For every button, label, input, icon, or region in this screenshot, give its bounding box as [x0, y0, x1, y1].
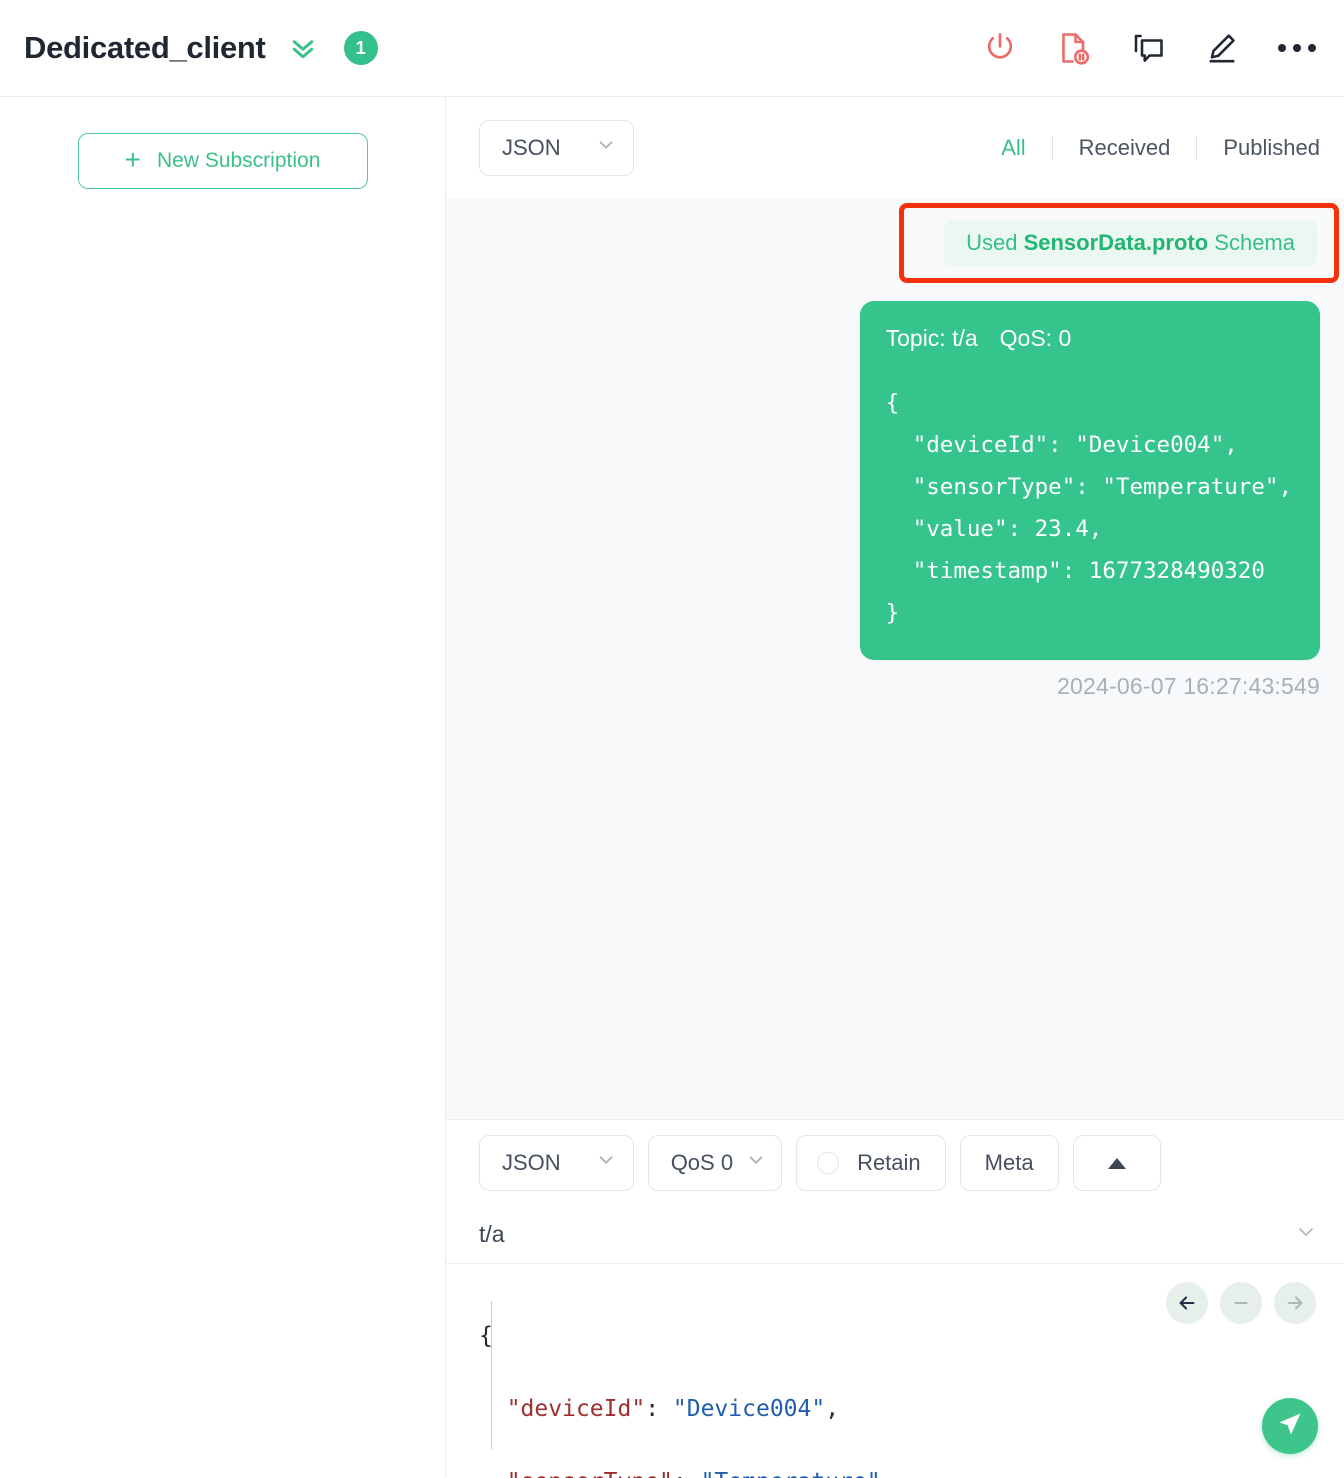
messages-toolbar: JSON All Received Published	[446, 97, 1344, 198]
triangle-up-icon	[1108, 1158, 1126, 1169]
message-filter-tabs: All Received Published	[975, 135, 1320, 161]
chevron-down-icon	[595, 1149, 617, 1177]
chevron-down-icon	[745, 1149, 767, 1177]
publish-qos-select[interactable]: QoS 0	[648, 1135, 782, 1191]
minus-icon[interactable]	[1220, 1282, 1262, 1324]
schema-badge-suffix: Schema	[1208, 230, 1295, 255]
chat-icon[interactable]	[1130, 30, 1166, 66]
message-bubble[interactable]: Topic: t/a QoS: 0 { "deviceId": "Device00…	[860, 301, 1320, 660]
new-subscription-label: New Subscription	[157, 149, 320, 173]
send-button[interactable]	[1262, 1398, 1318, 1454]
tab-received[interactable]: Received	[1053, 135, 1197, 161]
publish-toolbar: JSON QoS 0 Retain	[446, 1120, 1344, 1206]
publish-qos-value: QoS 0	[671, 1150, 733, 1176]
message-format-value: JSON	[502, 135, 561, 161]
message-meta: Topic: t/a QoS: 0	[886, 325, 1292, 352]
radio-circle-icon	[817, 1152, 839, 1174]
schema-badge-name: SensorData.proto	[1024, 230, 1209, 255]
subscriptions-sidebar: + New Subscription	[0, 97, 446, 1478]
publish-topic-input[interactable]: t/a	[446, 1206, 1344, 1264]
code-brace-open: {	[479, 1323, 493, 1349]
more-dots-icon[interactable]	[1278, 44, 1316, 52]
plus-icon: +	[125, 146, 141, 174]
message-topic: Topic: t/a	[886, 325, 978, 351]
send-paper-plane-icon	[1276, 1410, 1304, 1443]
code-colon: :	[673, 1469, 701, 1478]
double-chevron-down-icon[interactable]	[288, 33, 318, 63]
forward-arrow-icon[interactable]	[1274, 1282, 1316, 1324]
chevron-down-icon	[595, 134, 617, 162]
message-list: Used SensorData.proto Schema Topic: t/a Q…	[446, 198, 1344, 1119]
retain-label: Retain	[857, 1150, 921, 1176]
code-comma: ,	[881, 1469, 895, 1478]
code-colon: :	[645, 1396, 673, 1422]
code-key-sensortype: "sensorType"	[507, 1469, 673, 1478]
code-value-sensortype: "Temperature"	[701, 1469, 881, 1478]
retain-toggle[interactable]: Retain	[796, 1135, 946, 1191]
collapse-publish-button[interactable]	[1073, 1135, 1161, 1191]
message-payload: { "deviceId": "Device004", "sensorType":…	[886, 382, 1292, 634]
publish-format-select[interactable]: JSON	[479, 1135, 634, 1191]
document-pause-icon[interactable]	[1056, 30, 1092, 66]
chevron-down-icon[interactable]	[1294, 1220, 1318, 1249]
schema-badge-prefix: Used	[966, 230, 1023, 255]
app-header: Dedicated_client 1	[0, 0, 1344, 97]
publish-topic-value: t/a	[479, 1221, 1294, 1248]
editor-nav-buttons	[1166, 1282, 1316, 1324]
back-arrow-icon[interactable]	[1166, 1282, 1208, 1324]
publish-panel: JSON QoS 0 Retain	[446, 1119, 1344, 1478]
schema-badge: Used SensorData.proto Schema	[944, 220, 1317, 266]
tab-published[interactable]: Published	[1197, 135, 1320, 161]
code-line: "deviceId": "Device004",	[479, 1391, 1320, 1427]
status-badge: 1	[344, 31, 378, 65]
new-subscription-button[interactable]: + New Subscription	[78, 133, 368, 189]
messages-panel: JSON All Received Published U	[446, 97, 1344, 1478]
schema-badge-wrapper: Used SensorData.proto Schema	[944, 220, 1317, 266]
app-body: + New Subscription JSON All Received	[0, 97, 1344, 1478]
message-format-select[interactable]: JSON	[479, 120, 634, 176]
code-line: "sensorType": "Temperature",	[479, 1464, 1320, 1478]
code-comma: ,	[825, 1396, 839, 1422]
message-timestamp: 2024-06-07 16:27:43:549	[1057, 673, 1320, 700]
code-value-deviceid: "Device004"	[673, 1396, 825, 1422]
power-icon[interactable]	[982, 30, 1018, 66]
tab-all[interactable]: All	[975, 135, 1051, 161]
code-key-deviceid: "deviceId"	[507, 1396, 645, 1422]
payload-editor[interactable]: { "deviceId": "Device004", "sensorType":…	[446, 1264, 1344, 1478]
page-title: Dedicated_client	[24, 30, 266, 66]
mqtt-client-window: Dedicated_client 1	[0, 0, 1344, 1478]
publish-format-value: JSON	[502, 1150, 561, 1176]
message-qos: QoS: 0	[1000, 325, 1072, 351]
edit-pencil-icon[interactable]	[1204, 30, 1240, 66]
meta-button[interactable]: Meta	[960, 1135, 1059, 1191]
